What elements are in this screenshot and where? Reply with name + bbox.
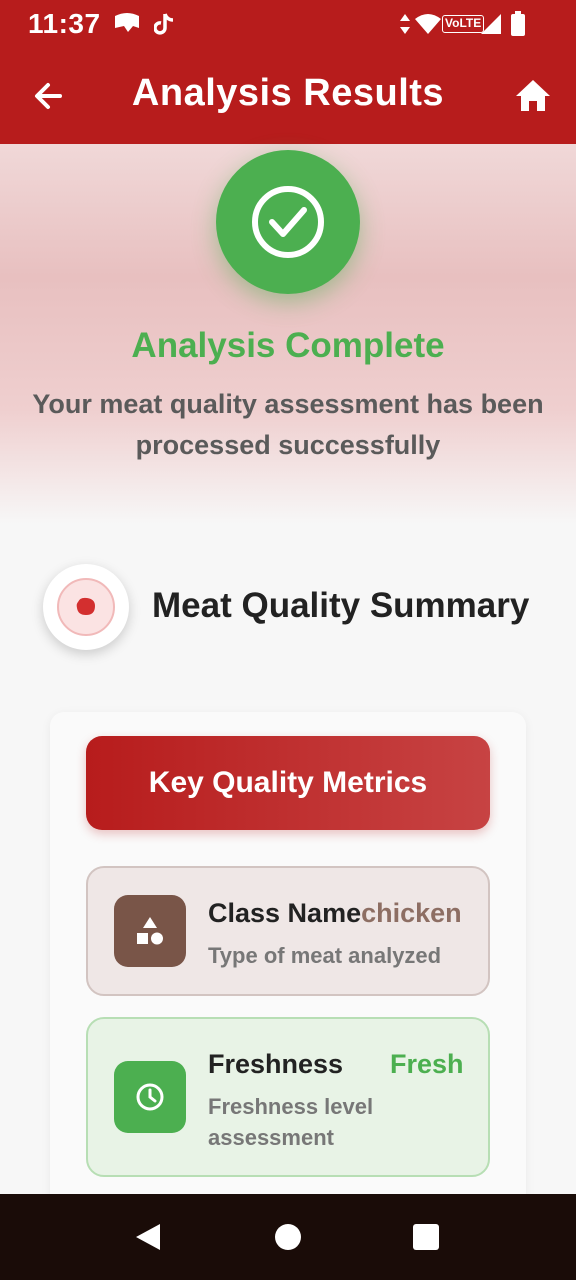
class-name-metric: Class Namechicken Type of meat analyzed [86, 866, 490, 996]
home-button[interactable] [510, 74, 558, 118]
summary-title: Meat Quality Summary [152, 586, 530, 625]
volte-icon: VoLTE [442, 15, 485, 33]
page-title: Analysis Results [131, 72, 445, 114]
signal-icon [481, 14, 501, 34]
category-shapes-icon [114, 895, 186, 967]
freshness-value: Fresh [390, 1049, 464, 1079]
chat-app-icon [115, 13, 139, 32]
check-circle-icon [216, 150, 360, 294]
clock-icon [114, 1061, 186, 1133]
data-arrows-icon [400, 14, 410, 34]
nav-back-icon[interactable] [133, 1222, 163, 1252]
freshness-metric: Freshness Fresh Freshness level assessme… [86, 1017, 490, 1177]
app-bar: Analysis Results [0, 48, 576, 144]
status-time: 11:37 [28, 8, 101, 39]
class-name-description: Type of meat analyzed [208, 943, 442, 968]
wifi-icon [415, 14, 441, 34]
class-name-value: chicken [361, 898, 462, 928]
nav-recents-icon[interactable] [411, 1222, 441, 1252]
meat-icon [43, 564, 129, 650]
nav-home-icon[interactable] [273, 1222, 303, 1252]
battery-icon [511, 11, 525, 36]
status-bar: 11:37 VoLTE [0, 0, 576, 48]
analysis-hero: Analysis Complete Your meat quality asse… [0, 144, 576, 524]
class-name-label: Class Name [208, 898, 362, 928]
home-icon [516, 80, 550, 111]
freshness-description: Freshness level assessment [208, 1094, 374, 1150]
analysis-complete-title: Analysis Complete [131, 326, 445, 365]
tiktok-icon [154, 13, 174, 35]
key-quality-metrics-button[interactable]: Key Quality Metrics [86, 736, 490, 830]
class-name-label-row: Class Namechicken [208, 898, 462, 929]
freshness-label: Freshness [208, 1049, 344, 1079]
analysis-subtitle: Your meat quality assessment has been pr… [32, 389, 544, 460]
system-nav-bar [0, 1194, 576, 1280]
